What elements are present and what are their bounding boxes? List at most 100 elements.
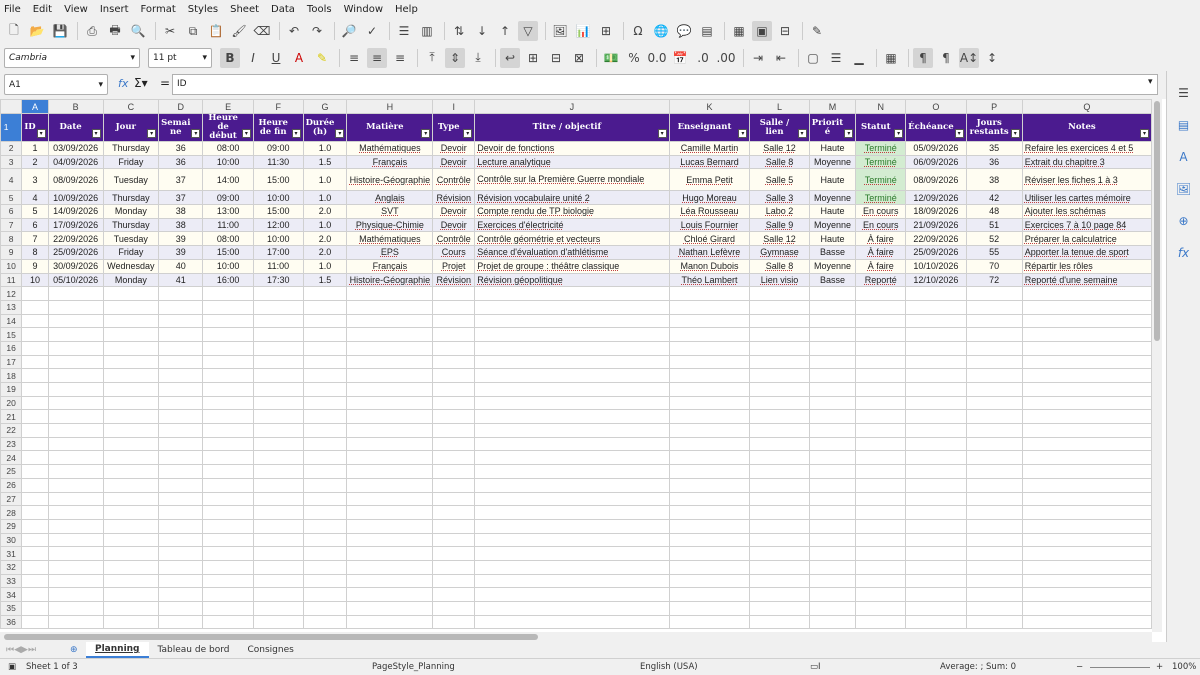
cell[interactable] bbox=[855, 382, 907, 397]
delete-decimal-icon[interactable]: .00 bbox=[716, 48, 736, 68]
cell[interactable] bbox=[432, 354, 476, 370]
tab-consignes[interactable]: Consignes bbox=[238, 642, 302, 658]
cell[interactable] bbox=[158, 395, 204, 411]
cell[interactable]: Séance d'évaluation d'athlétisme bbox=[474, 245, 670, 260]
cell[interactable]: Lucas Bernard bbox=[668, 154, 751, 170]
cell[interactable] bbox=[668, 423, 751, 438]
cell[interactable] bbox=[808, 532, 857, 548]
cell[interactable] bbox=[668, 532, 751, 548]
cell[interactable] bbox=[47, 327, 104, 342]
cell[interactable]: 4 bbox=[21, 190, 49, 206]
menu-window[interactable]: Window bbox=[344, 4, 383, 15]
cell[interactable] bbox=[47, 340, 104, 356]
row-header[interactable]: 17 bbox=[0, 354, 23, 370]
cell[interactable] bbox=[1021, 327, 1152, 342]
autofilter-dropdown-icon[interactable]: ▾ bbox=[797, 129, 807, 138]
cell[interactable] bbox=[21, 587, 49, 602]
menu-edit[interactable]: Edit bbox=[33, 4, 52, 15]
sum-readout[interactable]: Average: ; Sum: 0 bbox=[940, 662, 1016, 672]
cell[interactable] bbox=[965, 491, 1023, 507]
cell[interactable] bbox=[346, 601, 434, 616]
cell[interactable] bbox=[102, 450, 160, 466]
cell[interactable] bbox=[1021, 354, 1152, 370]
cell[interactable]: 55 bbox=[965, 245, 1023, 260]
row-header[interactable]: 26 bbox=[0, 477, 23, 493]
cell[interactable]: 52 bbox=[965, 231, 1023, 247]
cell[interactable] bbox=[905, 559, 967, 575]
cell[interactable] bbox=[21, 477, 49, 493]
cell[interactable] bbox=[346, 286, 434, 301]
column-header[interactable]: P bbox=[965, 99, 1023, 114]
cell[interactable] bbox=[965, 340, 1023, 356]
cell[interactable]: 39 bbox=[158, 245, 204, 260]
cell[interactable] bbox=[855, 395, 907, 411]
row-header[interactable]: 3 bbox=[0, 154, 23, 170]
cell[interactable] bbox=[302, 450, 348, 466]
cell[interactable] bbox=[102, 409, 160, 425]
cell[interactable]: Reporté bbox=[855, 272, 907, 288]
header-cell[interactable]: Échéance ▾ bbox=[905, 113, 967, 142]
cell[interactable]: Terminé bbox=[855, 154, 907, 170]
header-cell[interactable]: Semai ne ▾ bbox=[158, 113, 204, 142]
cell[interactable]: 36 bbox=[158, 154, 204, 170]
cell[interactable] bbox=[158, 423, 204, 438]
vertical-scroll-thumb[interactable] bbox=[1154, 101, 1160, 341]
cell[interactable] bbox=[432, 559, 476, 575]
row-header[interactable]: 10 bbox=[0, 258, 23, 274]
cell[interactable]: Devoir bbox=[432, 204, 476, 219]
cell[interactable] bbox=[965, 436, 1023, 452]
cell[interactable] bbox=[202, 546, 254, 561]
cell[interactable]: Exercices d'électricité bbox=[474, 217, 670, 233]
cell[interactable] bbox=[252, 450, 304, 466]
cell[interactable] bbox=[855, 450, 907, 466]
cell[interactable] bbox=[1021, 368, 1152, 383]
header-cell[interactable]: Statut ▾ bbox=[855, 113, 907, 142]
cell[interactable]: 38 bbox=[158, 217, 204, 233]
cell[interactable] bbox=[346, 436, 434, 452]
cell[interactable]: Français bbox=[346, 154, 434, 170]
autofilter-dropdown-icon[interactable]: ▾ bbox=[844, 129, 854, 138]
cell[interactable] bbox=[158, 614, 204, 630]
cell[interactable]: Contrôle bbox=[432, 168, 476, 192]
cell[interactable]: Thursday bbox=[102, 141, 160, 156]
cell[interactable]: Exercices 7 à 10 page 84 bbox=[1021, 217, 1152, 233]
cell[interactable]: 14:00 bbox=[202, 168, 254, 192]
cell[interactable] bbox=[1021, 286, 1152, 301]
spreadsheet-grid[interactable]: A B C D E F G H I J K L M N O P Q 1 ID ▾ Date ▾ Jour ▾ Semai ne ▾… bbox=[0, 99, 1152, 632]
cell[interactable] bbox=[302, 395, 348, 411]
cell[interactable] bbox=[905, 368, 967, 383]
cell[interactable] bbox=[302, 587, 348, 602]
cell[interactable] bbox=[808, 354, 857, 370]
cell[interactable]: 8 bbox=[21, 245, 49, 260]
cell[interactable] bbox=[432, 286, 476, 301]
cell[interactable] bbox=[432, 546, 476, 561]
cell[interactable] bbox=[905, 340, 967, 356]
cell[interactable]: 2.0 bbox=[302, 204, 348, 219]
cell[interactable] bbox=[21, 313, 49, 329]
cell[interactable]: 11:00 bbox=[252, 258, 304, 274]
cell[interactable] bbox=[302, 477, 348, 493]
cell[interactable] bbox=[474, 601, 670, 616]
cell[interactable] bbox=[302, 532, 348, 548]
cell[interactable]: 39 bbox=[158, 231, 204, 247]
column-header[interactable]: G bbox=[302, 99, 348, 114]
cell[interactable] bbox=[432, 573, 476, 589]
cell[interactable]: 1.5 bbox=[302, 272, 348, 288]
cell[interactable] bbox=[808, 450, 857, 466]
cell[interactable] bbox=[252, 286, 304, 301]
cell[interactable] bbox=[808, 477, 857, 493]
cell[interactable] bbox=[965, 423, 1023, 438]
cell[interactable] bbox=[21, 450, 49, 466]
cell[interactable] bbox=[749, 395, 810, 411]
styles-icon[interactable]: A bbox=[1174, 147, 1194, 167]
cell[interactable] bbox=[21, 354, 49, 370]
cell[interactable] bbox=[855, 286, 907, 301]
cell[interactable]: 25/09/2026 bbox=[905, 245, 967, 260]
cell[interactable] bbox=[21, 409, 49, 425]
cell[interactable] bbox=[346, 395, 434, 411]
cell[interactable] bbox=[252, 505, 304, 520]
align-top-icon[interactable]: ⤒ bbox=[422, 48, 442, 68]
cell[interactable] bbox=[668, 505, 751, 520]
cell[interactable] bbox=[102, 573, 160, 589]
cell[interactable] bbox=[252, 518, 304, 534]
